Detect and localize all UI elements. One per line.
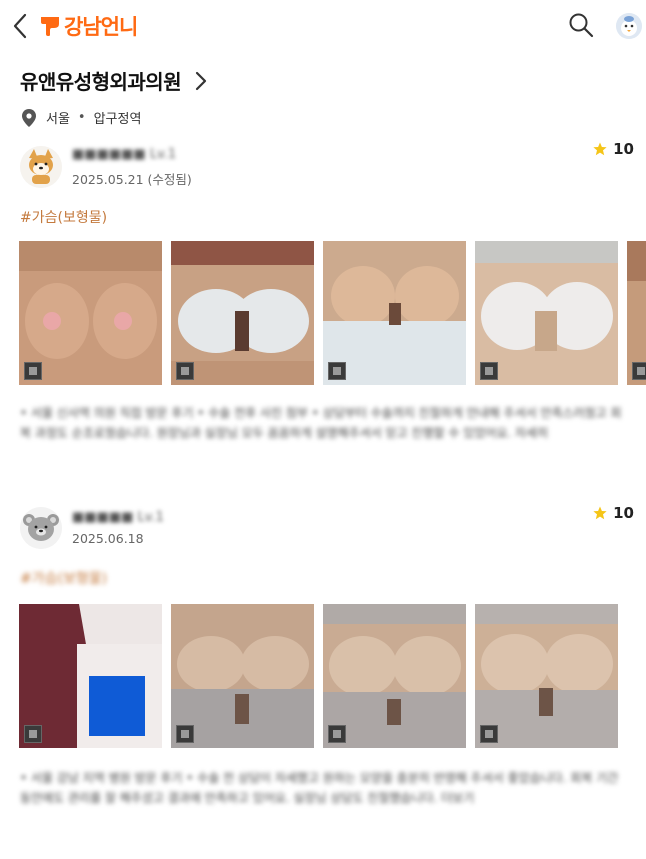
photo-type-badge bbox=[632, 362, 646, 380]
profile-avatar-icon[interactable] bbox=[616, 13, 642, 39]
location-district: 압구정역 bbox=[93, 112, 142, 127]
photo-type-badge bbox=[328, 362, 346, 380]
rating-value: 10 bbox=[613, 504, 634, 522]
review-photo[interactable] bbox=[171, 604, 314, 748]
review-photo[interactable] bbox=[627, 241, 646, 385]
review-date: 2025.05.21 (수정됨) bbox=[72, 172, 192, 187]
brand-logo[interactable]: 강남언니 bbox=[40, 12, 138, 40]
review-body-text[interactable]: • 서울 강남 지역 병원 방문 후기 • 수술 전 상담이 자세했고 원하는 … bbox=[20, 768, 630, 808]
brand-logo-mark-icon bbox=[41, 17, 59, 36]
review-body-text[interactable]: • 서울 신사역 의원 직접 방문 후기 • 수술 전후 사진 첨부 • 상담부… bbox=[20, 403, 630, 443]
back-arrow-icon[interactable] bbox=[10, 12, 34, 40]
location-pin-icon bbox=[22, 108, 36, 127]
review-date: 2025.06.18 bbox=[72, 531, 144, 546]
procedure-tag[interactable]: #가슴(보형물) bbox=[20, 568, 107, 588]
photo-type-badge bbox=[176, 362, 194, 380]
review-rating: 10 bbox=[593, 504, 634, 522]
reviewer-nickname[interactable]: ■■■■■■ Lv.1 bbox=[72, 147, 176, 162]
star-icon bbox=[593, 142, 607, 156]
hospital-name: 유앤유성형외과의원 bbox=[20, 70, 182, 94]
star-icon bbox=[593, 506, 607, 520]
procedure-tag[interactable]: #가슴(보형물) bbox=[20, 207, 107, 227]
hospital-location: 서울 • 압구정역 bbox=[22, 108, 141, 127]
reviewer-nickname[interactable]: ■■■■■ Lv.1 bbox=[72, 510, 164, 525]
photo-strip[interactable] bbox=[19, 604, 646, 748]
brand-name: 강남언니 bbox=[64, 15, 138, 39]
reviewer-avatar bbox=[20, 146, 62, 188]
review-photo[interactable] bbox=[19, 241, 162, 385]
photo-type-badge bbox=[176, 725, 194, 743]
photo-strip[interactable] bbox=[19, 241, 646, 385]
rating-value: 10 bbox=[613, 140, 634, 158]
top-bar: 강남언니 bbox=[0, 0, 646, 52]
review-photo[interactable] bbox=[323, 604, 466, 748]
photo-type-badge bbox=[24, 725, 42, 743]
photo-type-badge bbox=[480, 725, 498, 743]
review-rating: 10 bbox=[593, 140, 634, 158]
photo-type-badge bbox=[328, 725, 346, 743]
photo-type-badge bbox=[480, 362, 498, 380]
search-icon[interactable] bbox=[568, 12, 594, 38]
review-photo[interactable] bbox=[171, 241, 314, 385]
review-card[interactable]: ■■■■■ Lv.1 2025.06.18 10 #가슴(보형물) • 서울 강… bbox=[0, 503, 646, 859]
photo-type-badge bbox=[24, 362, 42, 380]
location-region: 서울 bbox=[46, 112, 70, 127]
review-photo[interactable] bbox=[475, 604, 618, 748]
review-photo[interactable] bbox=[19, 604, 162, 748]
review-card[interactable]: ■■■■■■ Lv.1 2025.05.21 (수정됨) 10 #가슴(보형물) bbox=[0, 140, 646, 475]
chevron-right-icon bbox=[196, 71, 207, 90]
review-photo[interactable] bbox=[323, 241, 466, 385]
hospital-title-link[interactable]: 유앤유성형외과의원 bbox=[20, 66, 207, 95]
location-separator: • bbox=[77, 110, 86, 125]
reviewer-avatar bbox=[20, 507, 62, 549]
review-photo[interactable] bbox=[475, 241, 618, 385]
